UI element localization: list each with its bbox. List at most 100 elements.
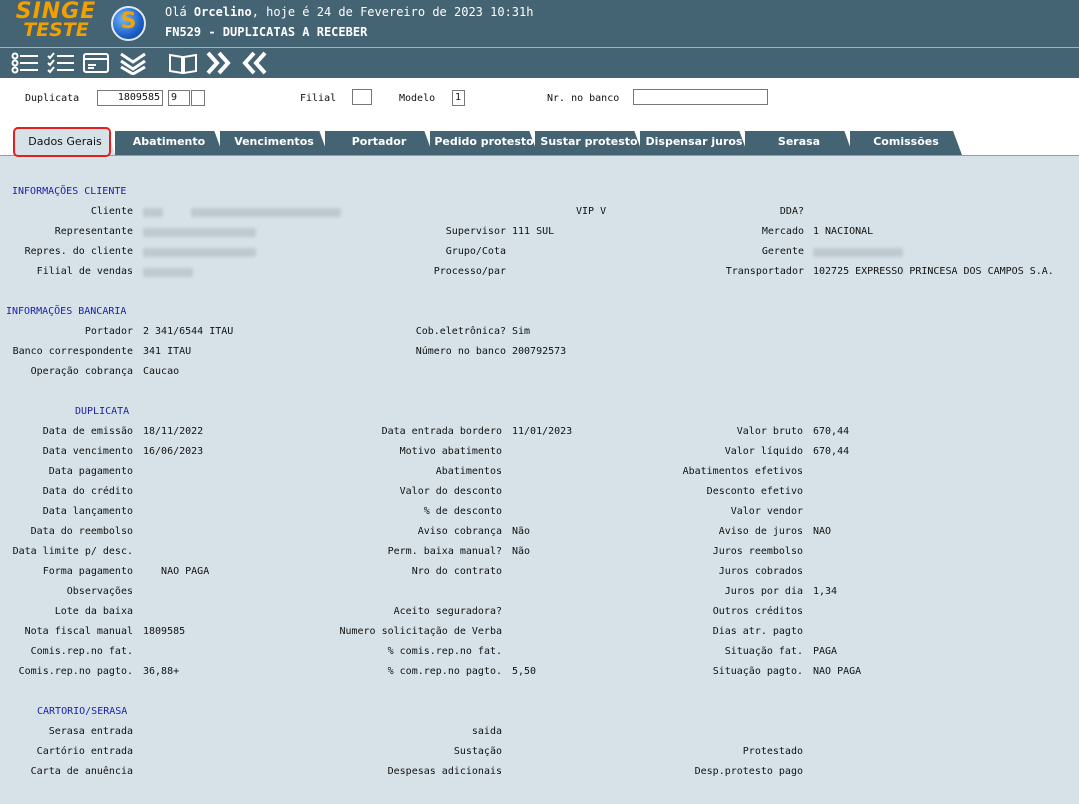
- dup-label-middle: Abatimentos: [435, 466, 502, 477]
- tab-comissoes[interactable]: Comissões: [850, 131, 962, 155]
- supervisor-label: Supervisor: [445, 226, 506, 237]
- book-icon[interactable]: [168, 51, 198, 75]
- chevrons-down-icon[interactable]: [118, 51, 148, 76]
- tab-pedido-protesto[interactable]: Pedido protesto: [430, 131, 538, 155]
- tab-dispensar-juros[interactable]: Dispensar juros: [640, 131, 748, 155]
- cartorio-entrada-label: Cartório entrada: [36, 746, 133, 757]
- dup-label-left: Data de emissão: [42, 426, 133, 437]
- cliente-label: Cliente: [90, 206, 133, 217]
- card-icon[interactable]: [82, 51, 112, 75]
- greeting-prefix: Olá: [165, 5, 194, 19]
- dup-label-right: Valor líquido: [724, 446, 803, 457]
- dup-label-middle: % com.rep.no pagto.: [387, 666, 502, 677]
- duplicata-input[interactable]: 1809585: [97, 90, 163, 106]
- tab-vencimentos[interactable]: Vencimentos: [220, 131, 328, 155]
- dup-label-right: Aviso de juros: [718, 526, 803, 537]
- list-icon[interactable]: [10, 51, 40, 75]
- dup-value-right: 1,34: [813, 586, 838, 597]
- supervisor-value: 111 SUL: [512, 226, 555, 237]
- modelo-label: Modelo: [399, 93, 436, 104]
- module-title: FN529 - DUPLICATAS A RECEBER: [165, 25, 368, 39]
- dup-value-left: 18/11/2022: [143, 426, 204, 437]
- section-cartorio-title: CARTORIO/SERASA: [37, 706, 128, 717]
- operacao-cobranca-value: Caucao: [143, 366, 180, 377]
- dup-value-left: 16/06/2023: [143, 446, 204, 457]
- dup-value-right: NAO PAGA: [813, 666, 862, 677]
- dup-label-left: Data do crédito: [42, 486, 133, 497]
- dup-label-right: Dias atr. pagto: [712, 626, 803, 637]
- duplicata-seq-input[interactable]: 9: [168, 90, 190, 106]
- desp-protesto-pago-label: Desp.protesto pago: [694, 766, 803, 777]
- checklist-icon[interactable]: [46, 51, 76, 75]
- cliente-name-redacted: [191, 208, 341, 217]
- dup-label-middle: Aviso cobrança: [417, 526, 502, 537]
- mercado-value: 1 NACIONAL: [813, 226, 874, 237]
- content-panel: INFORMAÇÕES CLIENTE Cliente VIP V DDA? R…: [0, 155, 1079, 804]
- dup-value-middle: Não: [512, 546, 531, 557]
- representante-redacted: [143, 228, 256, 237]
- dup-label-middle: % de desconto: [423, 506, 502, 517]
- dup-label-left: Comis.rep.no fat.: [30, 646, 133, 657]
- dup-label-right: Desconto efetivo: [706, 486, 803, 497]
- section-bancaria-title: INFORMAÇÕES BANCARIA: [6, 306, 127, 317]
- portador-label: Portador: [84, 326, 133, 337]
- brand-s-icon: [111, 6, 146, 41]
- nr-banco-input[interactable]: [633, 89, 768, 105]
- section-cliente-title: INFORMAÇÕES CLIENTE: [12, 186, 127, 197]
- cliente-code-redacted: [143, 208, 163, 217]
- gerente-redacted: [813, 248, 903, 257]
- dup-label-right: Abatimentos efetivos: [682, 466, 803, 477]
- tab-serasa[interactable]: Serasa: [745, 131, 853, 155]
- tab-sustar-protesto[interactable]: Sustar protesto: [535, 131, 643, 155]
- nr-banco-label: Nr. no banco: [547, 93, 620, 104]
- back-icon[interactable]: [240, 51, 270, 75]
- dup-value-right: PAGA: [813, 646, 838, 657]
- dda-label: DDA?: [779, 206, 804, 217]
- sustacao-label: Sustação: [453, 746, 502, 757]
- representante-label: Representante: [54, 226, 133, 237]
- dup-value-right: NAO: [813, 526, 832, 537]
- transportador-label: Transportador: [725, 266, 804, 277]
- numero-banco-label: Número no banco: [415, 346, 506, 357]
- operacao-cobranca-label: Operação cobrança: [30, 366, 133, 377]
- carta-anuencia-label: Carta de anuência: [30, 766, 133, 777]
- dup-label-left: Data limite p/ desc.: [12, 546, 133, 557]
- gerente-label: Gerente: [761, 246, 804, 257]
- dup-label-right: Valor bruto: [736, 426, 803, 437]
- saida-label: saida: [471, 726, 502, 737]
- modelo-input[interactable]: 1: [452, 90, 465, 106]
- app-logo: SINGE TESTE: [10, 1, 102, 41]
- dup-label-middle: Nro do contrato: [411, 566, 502, 577]
- dup-label-middle: Numero solicitação de Verba: [339, 626, 502, 637]
- grupo-label: Grupo/Cota: [445, 246, 506, 257]
- mercado-label: Mercado: [761, 226, 804, 237]
- dup-value-right: 670,44: [813, 426, 850, 437]
- dup-label-left: Data vencimento: [42, 446, 133, 457]
- forward-icon[interactable]: [204, 51, 234, 75]
- filial-label: Filial: [300, 93, 337, 104]
- logo-line2: TESTE: [23, 19, 89, 41]
- banco-correspondente-value: 341 ITAU: [143, 346, 192, 357]
- dup-value-middle: 5,50: [512, 666, 537, 677]
- repres-cliente-redacted: [143, 248, 256, 257]
- duplicata-extra-input[interactable]: [191, 90, 205, 106]
- banco-correspondente-label: Banco correspondente: [12, 346, 133, 357]
- dup-label-right: Juros por dia: [724, 586, 803, 597]
- protestado-label: Protestado: [742, 746, 803, 757]
- transportador-value: 102725 EXPRESSO PRINCESA DOS CAMPOS S.A.: [813, 266, 1054, 277]
- dup-label-left: Observações: [66, 586, 133, 597]
- dup-label-left: Comis.rep.no pagto.: [18, 666, 133, 677]
- filial-input[interactable]: [352, 89, 372, 105]
- user-name: Orcelino: [193, 5, 252, 19]
- despesas-adicionais-label: Despesas adicionais: [387, 766, 502, 777]
- dup-label-middle: Valor do desconto: [399, 486, 502, 497]
- dup-label-left: Data pagamento: [48, 466, 133, 477]
- portador-value: 2 341/6544 ITAU: [143, 326, 234, 337]
- app-header: SINGE TESTE Olá Orcelino, hoje é 24 de F…: [0, 0, 1079, 47]
- tab-abatimento[interactable]: Abatimento: [115, 131, 223, 155]
- tab-portador[interactable]: Portador: [325, 131, 433, 155]
- dup-label-right: Situação fat.: [724, 646, 803, 657]
- tab-dados-gerais[interactable]: Dados Gerais: [15, 128, 115, 155]
- dup-value-left: 36,88+: [143, 666, 180, 677]
- vip-value: VIP V: [576, 206, 607, 217]
